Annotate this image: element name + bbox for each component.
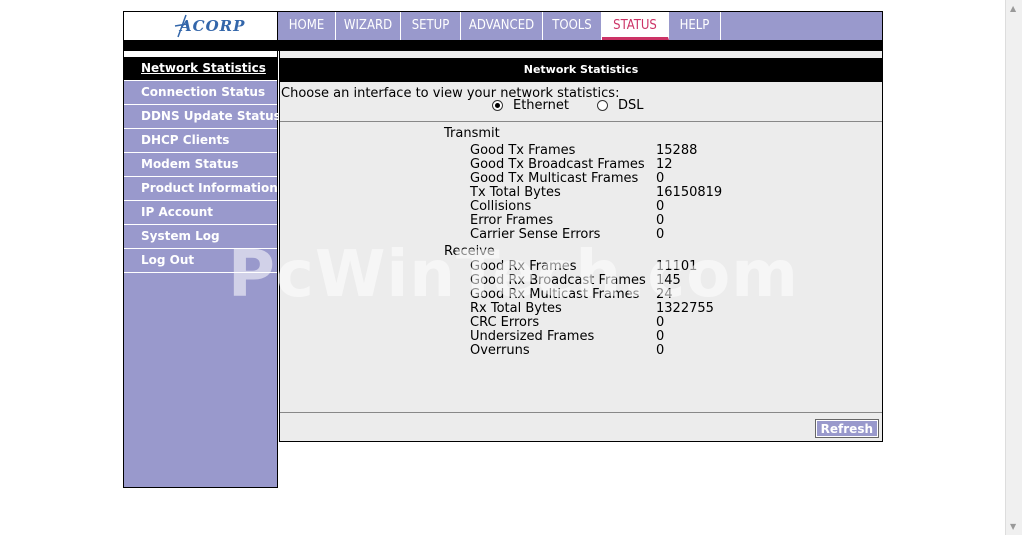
stat-name: Good Tx Broadcast Frames — [470, 157, 645, 172]
nav-status[interactable]: STATUS — [602, 12, 669, 40]
page-title: Network Statistics — [280, 58, 882, 82]
logo[interactable]: ACORP — [124, 12, 278, 40]
interface-radio-group: Ethernet DSL — [492, 98, 644, 113]
nav-advanced[interactable]: ADVANCED — [461, 12, 543, 40]
stat-name: Good Rx Multicast Frames — [470, 287, 640, 302]
stat-value: 0 — [656, 329, 665, 344]
stat-name: Error Frames — [470, 213, 554, 228]
sidebar-item-ddns-update-status[interactable]: DDNS Update Status — [124, 105, 281, 129]
refresh-button[interactable]: Refresh — [814, 419, 880, 438]
stat-name: Rx Total Bytes — [470, 301, 562, 316]
header: ACORP HOME WIZARD SETUP ADVANCED TOOLS STATUS… — [123, 11, 883, 41]
stat-value: 145 — [656, 273, 681, 288]
stat-name: Collisions — [470, 199, 532, 214]
stat-name: Overruns — [470, 343, 530, 358]
stat-value: 0 — [656, 343, 665, 358]
radio-dsl-button[interactable] — [597, 100, 608, 111]
stat-value: 1322755 — [656, 301, 714, 316]
sidebar-item-connection-status[interactable]: Connection Status — [124, 81, 277, 105]
main-content: Network Statistics Choose an interface t… — [279, 51, 883, 442]
stat-name: Good Tx Frames — [470, 143, 576, 158]
stat-value: 0 — [656, 199, 665, 214]
radio-dsl-label: DSL — [618, 98, 644, 113]
scroll-up-icon[interactable]: ▲ — [1010, 4, 1016, 13]
nav-wizard[interactable]: WIZARD — [336, 12, 401, 40]
stat-value: 0 — [656, 227, 665, 242]
sidebar: Network Statistics Connection Status DDNS … — [123, 51, 281, 488]
logo-text: ACORP — [180, 17, 246, 35]
sidebar-item-modem-status[interactable]: Modem Status — [124, 153, 277, 177]
radio-ethernet-button[interactable] — [492, 100, 503, 111]
sidebar-item-network-statistics[interactable]: Network Statistics — [124, 57, 277, 81]
radio-dsl[interactable]: DSL — [597, 98, 644, 113]
nav-home[interactable]: HOME — [278, 12, 336, 40]
stat-name: Good Tx Multicast Frames — [470, 171, 639, 186]
divider — [280, 412, 882, 413]
stat-name: Good Rx Frames — [470, 259, 577, 274]
sidebar-item-log-out[interactable]: Log Out — [124, 249, 277, 273]
sidebar-item-product-information[interactable]: Product Information — [124, 177, 278, 201]
radio-ethernet-label: Ethernet — [513, 98, 569, 113]
sidebar-item-dhcp-clients[interactable]: DHCP Clients — [124, 129, 277, 153]
scroll-down-icon[interactable]: ▼ — [1010, 522, 1016, 531]
transmit-label: Transmit — [444, 126, 500, 141]
stat-name: Undersized Frames — [470, 329, 595, 344]
stat-value: 0 — [656, 213, 665, 228]
stat-value: 15288 — [656, 143, 698, 158]
divider — [280, 121, 882, 122]
stat-value: 12 — [656, 157, 673, 172]
stat-value: 0 — [656, 315, 665, 330]
receive-label: Receive — [444, 244, 495, 259]
stat-name: Good Rx Broadcast Frames — [470, 273, 646, 288]
stat-value: 16150819 — [656, 185, 723, 200]
nav-tools[interactable]: TOOLS — [543, 12, 602, 40]
top-nav: HOME WIZARD SETUP ADVANCED TOOLS STATUS HELP — [278, 12, 721, 40]
stat-name: CRC Errors — [470, 315, 540, 330]
vertical-scrollbar[interactable]: ▲ ▼ — [1005, 0, 1022, 535]
stat-value: 0 — [656, 171, 665, 186]
nav-setup[interactable]: SETUP — [401, 12, 461, 40]
sidebar-item-ip-account[interactable]: IP Account — [124, 201, 277, 225]
nav-help[interactable]: HELP — [669, 12, 721, 40]
stat-name: Carrier Sense Errors — [470, 227, 601, 242]
stat-name: Tx Total Bytes — [470, 185, 561, 200]
stat-value: 24 — [656, 287, 673, 302]
radio-ethernet[interactable]: Ethernet — [492, 98, 569, 113]
stat-value: 11101 — [656, 259, 698, 274]
top-bar — [123, 41, 883, 51]
sidebar-item-system-log[interactable]: System Log — [124, 225, 277, 249]
